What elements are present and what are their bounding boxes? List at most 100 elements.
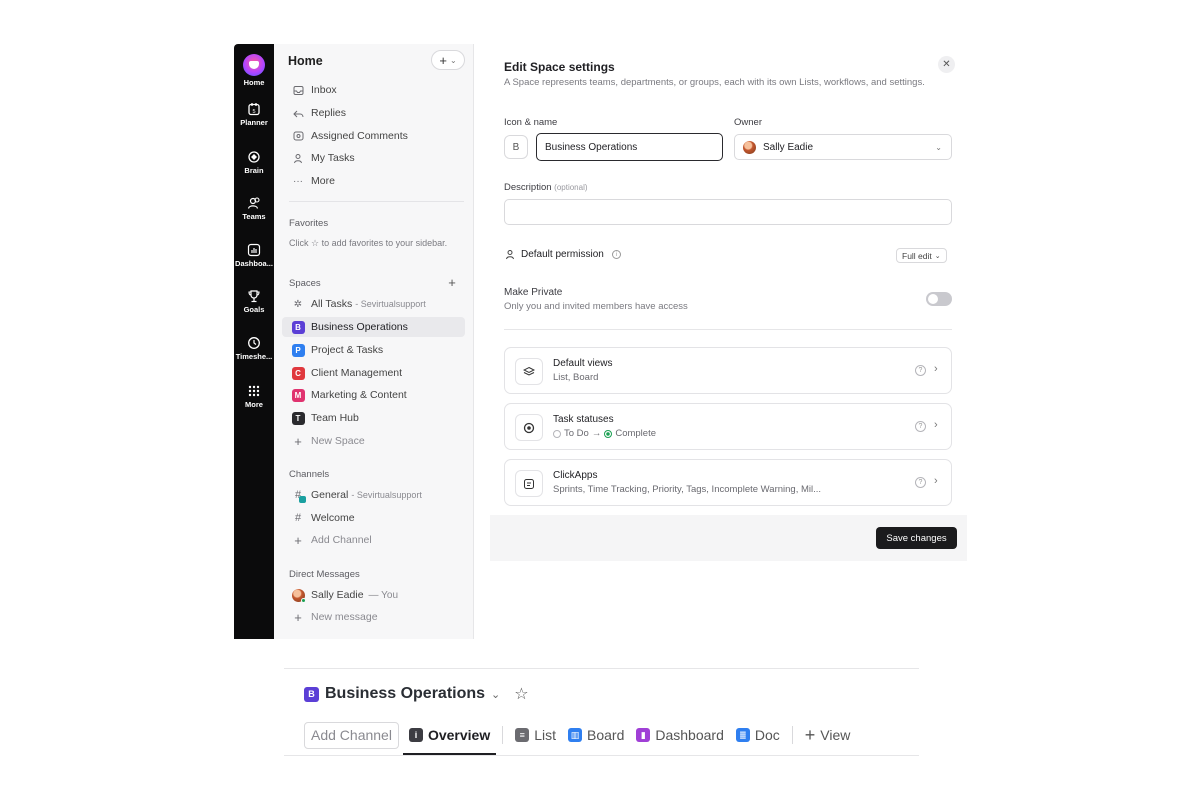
star-icon: ☆: [311, 238, 320, 248]
rail-label: Home: [243, 78, 265, 87]
tab-dashboard[interactable]: ▮ Dashboard: [630, 721, 730, 749]
clickapps-icon: [515, 470, 543, 497]
sidebar: Home + ⌄ Inbox Replies Assigned Comments …: [274, 44, 474, 639]
add-view-button[interactable]: + View: [799, 721, 857, 749]
favorites-hint: Click ☆ to add favorites to your sidebar…: [289, 237, 449, 249]
edit-space-modal: Edit Space settings A Space represents t…: [490, 44, 967, 561]
sidebar-space-business-operations[interactable]: B Business Operations: [282, 317, 465, 337]
tab-overview[interactable]: i Overview: [402, 721, 497, 755]
tab-label: Overview: [427, 727, 491, 743]
rail-label: Teams: [242, 212, 266, 221]
task-statuses-card[interactable]: Task statuses To Do → Complete ? ›: [504, 403, 952, 450]
plus-icon: +: [294, 609, 302, 625]
rail-dashboards[interactable]: Dashboa...: [234, 243, 274, 268]
space-header: B Business Operations ⌄ ☆ Add Channel i …: [284, 668, 919, 756]
tab-separator: [791, 726, 793, 744]
rail-label: More: [245, 400, 263, 409]
modal-subtitle: A Space represents teams, departments, o…: [504, 77, 925, 88]
sidebar-channel-welcome[interactable]: # Welcome: [282, 508, 465, 528]
reply-icon: [291, 106, 305, 120]
chevron-down-icon[interactable]: ⌄: [491, 688, 500, 701]
sidebar-item-label: New Space: [311, 435, 365, 447]
ellipsis-icon: ···: [293, 175, 303, 187]
sidebar-item-assigned-comments[interactable]: Assigned Comments: [282, 126, 465, 146]
inbox-icon: [291, 83, 305, 97]
sidebar-item-inbox[interactable]: Inbox: [282, 80, 465, 100]
workspace-name: - Sevirtualsupport: [351, 490, 422, 500]
sidebar-item-label: Business Operations: [311, 321, 408, 333]
new-message-button[interactable]: + New message: [282, 607, 465, 627]
permission-select[interactable]: Full edit ⌄: [896, 248, 947, 263]
tab-board[interactable]: ▥ Board: [562, 721, 630, 749]
asterisk-icon: ✲: [293, 298, 303, 310]
space-title-row: B Business Operations ⌄ ☆: [304, 684, 529, 704]
sidebar-item-replies[interactable]: Replies: [282, 103, 465, 123]
space-avatar: P: [291, 343, 305, 357]
help-icon[interactable]: ?: [915, 421, 926, 432]
svg-text:5: 5: [252, 109, 255, 115]
chevron-right-icon: ›: [934, 363, 938, 375]
rail-brain[interactable]: Brain: [234, 150, 274, 175]
rail-label: Planner: [240, 118, 268, 127]
clickapps-card[interactable]: ClickApps Sprints, Time Tracking, Priori…: [504, 459, 952, 506]
dm-sally-eadie[interactable]: Sally Eadie — You: [282, 585, 465, 605]
owner-value: Sally Eadie: [763, 141, 814, 153]
info-icon[interactable]: i: [611, 250, 621, 259]
sidebar-item-my-tasks[interactable]: My Tasks: [282, 148, 465, 168]
add-space-plus-icon[interactable]: +: [445, 276, 459, 290]
chevron-down-icon: ⌄: [935, 142, 942, 152]
sidebar-space-team-hub[interactable]: T Team Hub: [282, 408, 465, 428]
help-icon[interactable]: ?: [915, 365, 926, 376]
space-icon-picker[interactable]: B: [504, 135, 528, 159]
dm-heading: Direct Messages: [289, 569, 360, 580]
trophy-icon: [248, 290, 260, 303]
sidebar-item-label: My Tasks: [311, 152, 355, 164]
add-channel-button[interactable]: Add Channel: [304, 721, 399, 749]
make-private-toggle[interactable]: [926, 292, 952, 306]
help-icon[interactable]: ?: [915, 477, 926, 488]
make-private-title: Make Private: [504, 287, 563, 298]
sidebar-item-label: Welcome: [311, 512, 355, 524]
space-avatar: B: [304, 686, 319, 702]
card-subtitle: List, Board: [553, 372, 599, 383]
sidebar-item-more[interactable]: ··· More: [282, 171, 465, 191]
create-button[interactable]: + ⌄: [431, 50, 465, 70]
rail-home[interactable]: Home: [234, 54, 274, 87]
sidebar-space-marketing-content[interactable]: M Marketing & Content: [282, 385, 465, 405]
rail-goals[interactable]: Goals: [234, 289, 274, 314]
plus-icon: +: [294, 532, 302, 548]
rail-more[interactable]: More: [234, 384, 274, 409]
user-permission-icon: [506, 250, 514, 260]
space-title[interactable]: Business Operations: [325, 685, 485, 703]
chevron-down-icon: ⌄: [449, 55, 457, 65]
sidebar-item-label: Marketing & Content: [311, 389, 407, 401]
owner-select[interactable]: Sally Eadie ⌄: [734, 134, 952, 160]
add-channel-button[interactable]: + Add Channel: [282, 530, 465, 550]
rail-planner[interactable]: 5 Planner: [234, 102, 274, 127]
tab-label: View: [820, 727, 851, 743]
sidebar-space-project-tasks[interactable]: P Project & Tasks: [282, 340, 465, 360]
description-input[interactable]: [504, 199, 952, 225]
new-space-button[interactable]: + New Space: [282, 431, 465, 451]
space-name-input[interactable]: [536, 133, 723, 161]
status-to: Complete: [615, 428, 656, 439]
default-views-card[interactable]: Default views List, Board ? ›: [504, 347, 952, 394]
star-icon[interactable]: ☆: [514, 684, 528, 704]
rail-timesheets[interactable]: Timeshe...: [234, 336, 274, 361]
sidebar-space-client-management[interactable]: C Client Management: [282, 363, 465, 383]
dm-you-suffix: — You: [368, 589, 399, 601]
sidebar-item-label: Replies: [311, 107, 347, 119]
sidebar-item-all-tasks[interactable]: ✲ All Tasks - Sevirtualsupport: [282, 294, 465, 314]
divider: [504, 329, 952, 330]
tab-doc[interactable]: ≣ Doc: [730, 721, 786, 749]
save-changes-button[interactable]: Save changes: [876, 527, 957, 549]
arrow-right-icon: →: [591, 428, 602, 439]
tab-list[interactable]: ≡ List: [509, 721, 562, 749]
rail-label: Timeshe...: [235, 352, 273, 361]
close-icon[interactable]: ✕: [938, 56, 955, 73]
owner-label: Owner: [734, 117, 762, 128]
sidebar-item-label: Add Channel: [311, 534, 372, 546]
rail-teams[interactable]: Teams: [234, 196, 274, 221]
favorites-hint-post: to add favorites to your sidebar.: [321, 238, 448, 248]
sidebar-channel-general[interactable]: # General - Sevirtualsupport: [282, 485, 465, 505]
